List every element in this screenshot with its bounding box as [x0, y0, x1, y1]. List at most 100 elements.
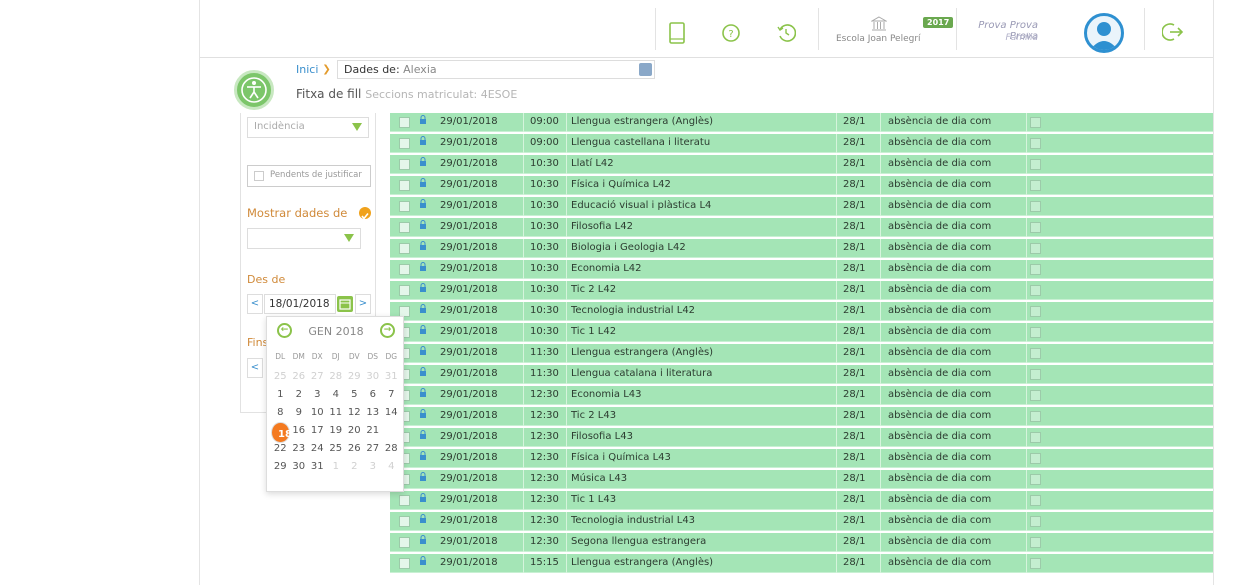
- previous-date-button[interactable]: <: [247, 294, 263, 314]
- calendar-day[interactable]: 25: [327, 440, 346, 458]
- calendar-day[interactable]: 31: [382, 368, 401, 386]
- row-action-checkbox[interactable]: [1030, 117, 1041, 128]
- calendar-day[interactable]: 28: [327, 368, 346, 386]
- calendar-day[interactable]: 30: [290, 458, 309, 476]
- school-name[interactable]: Escola Joan Pelegrí: [836, 34, 921, 44]
- table-row[interactable]: 29/01/2018 10:30 Filosofia L42 28/1 absència…: [390, 218, 1213, 237]
- row-action-checkbox[interactable]: [1030, 201, 1041, 212]
- next-month-icon[interactable]: →: [380, 323, 395, 338]
- calendar-day[interactable]: 25: [271, 368, 290, 386]
- show-data-select[interactable]: [247, 228, 361, 249]
- table-row[interactable]: 29/01/2018 12:30 Tic 1 L43 28/1 absència de …: [390, 491, 1213, 510]
- calendar-day[interactable]: 5: [345, 386, 364, 404]
- calendar-day[interactable]: 1: [271, 386, 290, 404]
- calendar-day[interactable]: 8: [271, 404, 290, 422]
- row-action-checkbox[interactable]: [1030, 327, 1041, 338]
- calendar-day[interactable]: 13: [364, 404, 383, 422]
- calendar-day[interactable]: 26: [345, 440, 364, 458]
- calendar-day[interactable]: 11: [327, 404, 346, 422]
- row-action-checkbox[interactable]: [1030, 138, 1041, 149]
- calendar-day[interactable]: 29: [271, 458, 290, 476]
- row-action-checkbox[interactable]: [1030, 264, 1041, 275]
- breadcrumb-home-link[interactable]: Inici: [296, 63, 318, 76]
- table-row[interactable]: 29/01/2018 12:30 Física i Química L43 28/1 a…: [390, 449, 1213, 468]
- table-row[interactable]: 29/01/2018 09:00 Llengua estrangera (Anglè…: [390, 113, 1213, 132]
- app-logo[interactable]: [234, 70, 274, 110]
- calendar-day[interactable]: 31: [308, 458, 327, 476]
- select-dropdown-icon[interactable]: [639, 63, 652, 76]
- row-checkbox[interactable]: [399, 495, 410, 506]
- calendar-day[interactable]: 16: [290, 422, 309, 440]
- row-action-checkbox[interactable]: [1030, 474, 1041, 485]
- from-date-input[interactable]: 18/01/2018: [264, 294, 336, 314]
- row-action-checkbox[interactable]: [1030, 285, 1041, 296]
- calendar-day[interactable]: 2: [290, 386, 309, 404]
- table-row[interactable]: 29/01/2018 10:30 Física i Química L42 28/1 a…: [390, 176, 1213, 195]
- calendar-day[interactable]: 6: [364, 386, 383, 404]
- logout-icon[interactable]: [1162, 22, 1184, 42]
- row-checkbox[interactable]: [399, 558, 410, 569]
- row-action-checkbox[interactable]: [1030, 369, 1041, 380]
- calendar-day[interactable]: 27: [308, 368, 327, 386]
- row-checkbox[interactable]: [399, 222, 410, 233]
- calendar-day[interactable]: 2: [345, 458, 364, 476]
- table-row[interactable]: 29/01/2018 10:30 Educació visual i plàstic…: [390, 197, 1213, 216]
- row-action-checkbox[interactable]: [1030, 516, 1041, 527]
- calendar-day[interactable]: 1: [327, 458, 346, 476]
- row-checkbox[interactable]: [399, 180, 410, 191]
- calendar-day[interactable]: 7: [382, 386, 401, 404]
- calendar-day[interactable]: 12: [345, 404, 364, 422]
- help-icon[interactable]: ?: [721, 22, 741, 44]
- table-row[interactable]: 29/01/2018 10:30 Tic 1 L42 28/1 absència de …: [390, 323, 1213, 342]
- row-action-checkbox[interactable]: [1030, 432, 1041, 443]
- calendar-day[interactable]: 30: [364, 368, 383, 386]
- row-checkbox[interactable]: [399, 264, 410, 275]
- table-row[interactable]: 29/01/2018 12:30 Economia L43 28/1 absència …: [390, 386, 1213, 405]
- row-checkbox[interactable]: [399, 243, 410, 254]
- calendar-day[interactable]: 21: [364, 422, 383, 440]
- row-action-checkbox[interactable]: [1030, 537, 1041, 548]
- row-checkbox[interactable]: [399, 201, 410, 212]
- calendar-day[interactable]: 26: [290, 368, 309, 386]
- row-action-checkbox[interactable]: [1030, 243, 1041, 254]
- calendar-day[interactable]: 3: [364, 458, 383, 476]
- calendar-day[interactable]: 4: [327, 386, 346, 404]
- table-row[interactable]: 29/01/2018 12:30 Música L43 28/1 absència de…: [390, 470, 1213, 489]
- row-action-checkbox[interactable]: [1030, 159, 1041, 170]
- calendar-day[interactable]: 29: [345, 368, 364, 386]
- row-checkbox[interactable]: [399, 516, 410, 527]
- calendar-day[interactable]: 9: [290, 404, 309, 422]
- table-row[interactable]: 29/01/2018 15:15 Llengua estrangera (Anglè…: [390, 554, 1213, 573]
- table-row[interactable]: 29/01/2018 10:30 Tic 2 L42 28/1 absència de …: [390, 281, 1213, 300]
- calendar-day[interactable]: 24: [308, 440, 327, 458]
- row-action-checkbox[interactable]: [1030, 348, 1041, 359]
- row-checkbox[interactable]: [399, 285, 410, 296]
- row-action-checkbox[interactable]: [1030, 411, 1041, 422]
- calendar-day[interactable]: 23: [290, 440, 309, 458]
- table-row[interactable]: 29/01/2018 12:30 Filosofia L43 28/1 absència…: [390, 428, 1213, 447]
- table-row[interactable]: 29/01/2018 12:30 Tic 2 L43 28/1 absència de …: [390, 407, 1213, 426]
- tablet-icon[interactable]: [667, 22, 687, 44]
- row-action-checkbox[interactable]: [1030, 495, 1041, 506]
- table-row[interactable]: 29/01/2018 11:30 Llengua catalana i litera…: [390, 365, 1213, 384]
- row-action-checkbox[interactable]: [1030, 180, 1041, 191]
- table-row[interactable]: 29/01/2018 10:30 Biologia i Geologia L42 28…: [390, 239, 1213, 258]
- row-checkbox[interactable]: [399, 537, 410, 548]
- table-row[interactable]: 29/01/2018 11:30 Llengua estrangera (Anglè…: [390, 344, 1213, 363]
- calendar-day[interactable]: 27: [364, 440, 383, 458]
- calendar-day[interactable]: 20: [345, 422, 364, 440]
- table-row[interactable]: 29/01/2018 10:30 Tecnologia industrial L42…: [390, 302, 1213, 321]
- row-checkbox[interactable]: [399, 117, 410, 128]
- row-checkbox[interactable]: [399, 159, 410, 170]
- row-action-checkbox[interactable]: [1030, 306, 1041, 317]
- row-action-checkbox[interactable]: [1030, 558, 1041, 569]
- table-row[interactable]: 29/01/2018 12:30 Tecnologia industrial L43…: [390, 512, 1213, 531]
- row-checkbox[interactable]: [399, 138, 410, 149]
- table-row[interactable]: 29/01/2018 10:30 Llatí L42 28/1 absència de …: [390, 155, 1213, 174]
- table-row[interactable]: 29/01/2018 12:30 Segona llengua estrangera…: [390, 533, 1213, 552]
- calendar-day[interactable]: 28: [382, 440, 401, 458]
- row-action-checkbox[interactable]: [1030, 390, 1041, 401]
- calendar-icon[interactable]: [337, 296, 353, 312]
- calendar-day[interactable]: 19: [327, 422, 346, 440]
- calendar-day[interactable]: 3: [308, 386, 327, 404]
